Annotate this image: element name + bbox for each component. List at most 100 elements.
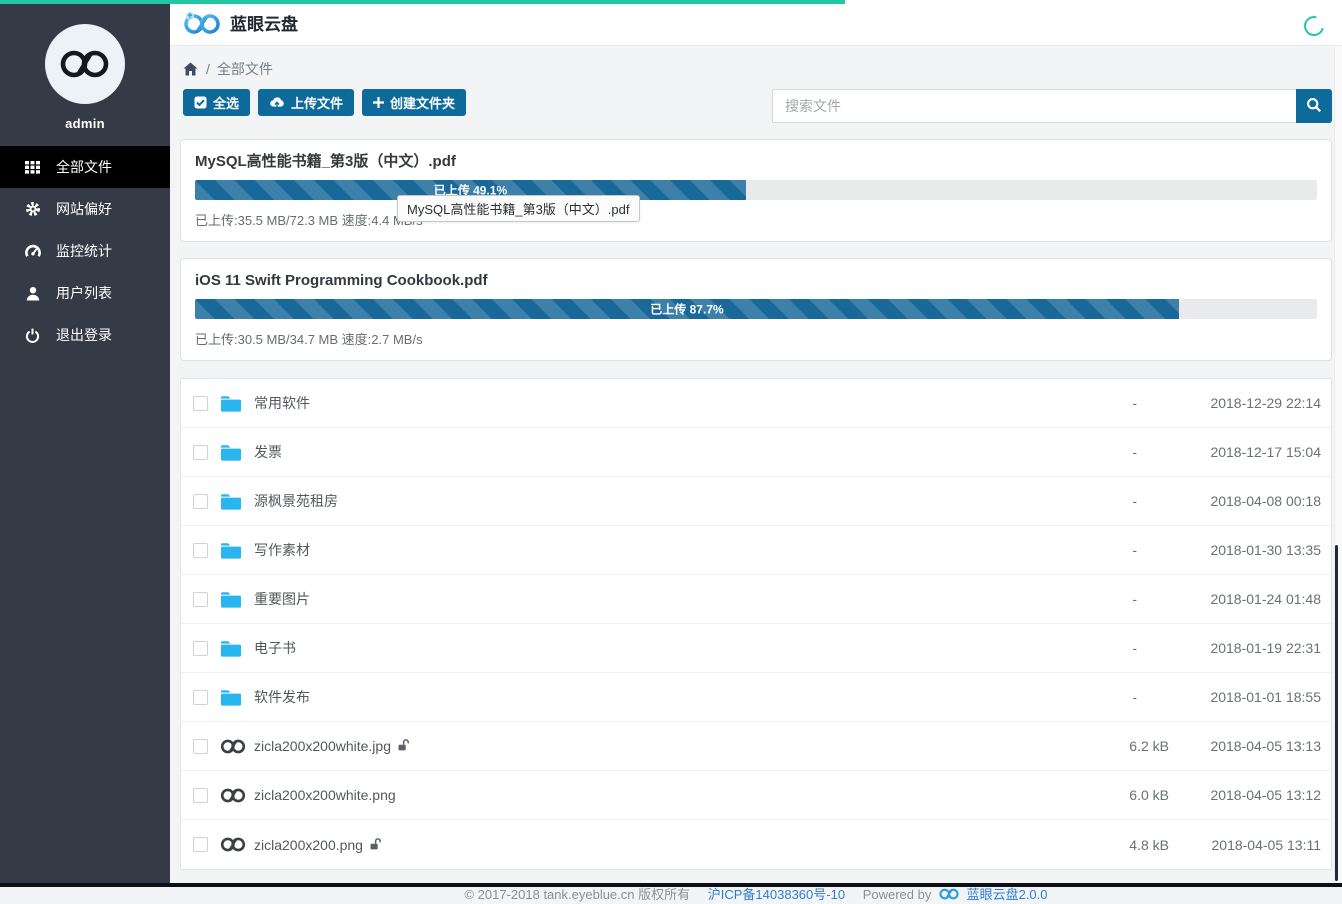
breadcrumb-separator: / [206,61,210,77]
gear-icon [24,201,41,217]
footer-logo-icon [938,889,964,904]
footer-icp-link[interactable]: 沪ICP备14038360号-10 [708,887,845,902]
row-checkbox[interactable] [193,641,208,656]
file-date: 2018-04-05 13:13 [1169,738,1321,754]
file-list: 常用软件 - 2018-12-29 22:14 发票 [180,378,1332,870]
row-checkbox[interactable] [193,494,208,509]
row-checkbox[interactable] [193,788,208,803]
progress-bar-track: 已上传 87.7% [195,299,1317,319]
sidebar-item-label: 用户列表 [56,283,112,303]
app-logo-icon[interactable] [183,9,221,37]
file-date: 2018-01-01 18:55 [1169,689,1321,705]
scrollbar-thumb[interactable] [1335,545,1338,881]
folder-icon [220,444,242,461]
row-checkbox[interactable] [193,396,208,411]
sidebar-item-label: 退出登录 [56,325,112,345]
row-checkbox[interactable] [193,445,208,460]
file-row[interactable]: zicla200x200white.png 6.0 kB 2018-04-05 … [181,771,1331,820]
file-name[interactable]: 重要图片 [254,589,310,609]
file-row[interactable]: 写作素材 - 2018-01-30 13:35 [181,526,1331,575]
home-icon[interactable] [183,62,198,76]
sidebar-item-logout[interactable]: 退出登录 [0,314,170,356]
window-bottom-edge [0,883,1342,887]
breadcrumb-current[interactable]: 全部文件 [217,59,273,79]
username-label: admin [65,116,105,131]
upload-cards: MySQL高性能书籍_第3版（中文）.pdf 已上传 49.1% 已上传:35.… [180,139,1332,361]
search-input[interactable] [772,89,1296,123]
footer-copyright: © 2017-2018 tank.eyeblue.cn 版权所有 [464,887,690,902]
file-row[interactable]: 电子书 - 2018-01-19 22:31 [181,624,1331,673]
file-row[interactable]: 常用软件 - 2018-12-29 22:14 [181,379,1331,428]
sidebar: admin 全部文件 网站偏好 [0,0,170,883]
footer: © 2017-2018 tank.eyeblue.cn 版权所有 沪ICP备14… [180,884,1332,904]
file-size: - [1089,640,1169,656]
upload-tooltip: MySQL高性能书籍_第3版（中文）.pdf [397,195,640,222]
file-name[interactable]: zicla200x200white.png [254,787,396,803]
main-content: / 全部文件 全选 上传文件 [170,46,1342,883]
upload-file-name: iOS 11 Swift Programming Cookbook.pdf [195,271,1317,291]
search-button[interactable] [1296,89,1332,123]
folder-icon [220,493,242,510]
file-row[interactable]: 重要图片 - 2018-01-24 01:48 [181,575,1331,624]
folder-icon [220,591,242,608]
row-checkbox[interactable] [193,543,208,558]
folder-icon [220,689,242,706]
grid-icon [24,159,41,175]
check-square-icon [194,96,207,109]
search-icon [1306,97,1322,116]
file-row[interactable]: 源枫景苑租房 - 2018-04-08 00:18 [181,477,1331,526]
sidebar-item-label: 网站偏好 [56,199,112,219]
avatar[interactable] [45,24,125,104]
file-name[interactable]: 源枫景苑租房 [254,491,338,511]
upload-card: MySQL高性能书籍_第3版（中文）.pdf 已上传 49.1% 已上传:35.… [180,139,1332,242]
file-date: 2018-01-24 01:48 [1169,591,1321,607]
toolbar: 全选 上传文件 创建文件夹 [180,89,1332,123]
sidebar-item-monitor-stats[interactable]: 监控统计 [0,230,170,272]
unlock-icon [370,838,381,850]
progress-bar-track: 已上传 49.1% [195,180,1317,200]
select-all-label: 全选 [213,93,239,112]
search-bar [772,89,1332,123]
file-name[interactable]: 发票 [254,442,282,462]
file-size: 6.0 kB [1089,787,1169,803]
gauge-icon [24,243,41,259]
file-date: 2018-04-08 00:18 [1169,493,1321,509]
sidebar-item-label: 全部文件 [56,157,112,177]
image-file-logo-icon [220,836,246,853]
row-checkbox[interactable] [193,837,208,852]
file-size: - [1089,395,1169,411]
power-icon [24,327,41,343]
file-row[interactable]: 发票 - 2018-12-17 15:04 [181,428,1331,477]
progress-label: 已上传 87.7% [195,301,1179,318]
sidebar-item-user-list[interactable]: 用户列表 [0,272,170,314]
footer-version-link[interactable]: 蓝眼云盘2.0.0 [967,887,1048,902]
footer-powered-by: Powered by [863,887,932,902]
file-name[interactable]: 写作素材 [254,540,310,560]
image-file-logo-icon [220,738,246,755]
file-row[interactable]: zicla200x200white.jpg 6.2 kB 2018-04-05 … [181,722,1331,771]
file-row[interactable]: zicla200x200.png 4.8 kB 2018-04-05 13:11 [181,820,1331,869]
file-date: 2018-01-19 22:31 [1169,640,1321,656]
file-size: - [1089,591,1169,607]
sidebar-item-all-files[interactable]: 全部文件 [0,146,170,188]
row-checkbox[interactable] [193,592,208,607]
upload-status-text: 已上传:30.5 MB/34.7 MB 速度:2.7 MB/s [195,329,1317,348]
row-checkbox[interactable] [193,690,208,705]
scrollbar[interactable] [1334,46,1342,883]
row-checkbox[interactable] [193,739,208,754]
create-folder-button[interactable]: 创建文件夹 [362,89,466,116]
upload-file-button[interactable]: 上传文件 [258,89,354,116]
file-date: 2018-04-05 13:11 [1169,837,1321,853]
file-name[interactable]: 电子书 [254,638,296,658]
file-name[interactable]: 常用软件 [254,393,310,413]
file-name[interactable]: zicla200x200.png [254,837,363,853]
upload-status-text: 已上传:35.5 MB/72.3 MB 速度:4.4 MB/s [195,210,1317,229]
file-name[interactable]: zicla200x200white.jpg [254,738,391,754]
app-title: 蓝眼云盘 [230,10,298,35]
file-name[interactable]: 软件发布 [254,687,310,707]
sidebar-item-site-preferences[interactable]: 网站偏好 [0,188,170,230]
file-row[interactable]: 软件发布 - 2018-01-01 18:55 [181,673,1331,722]
select-all-button[interactable]: 全选 [183,89,250,116]
plus-icon [373,97,384,108]
file-size: 4.8 kB [1089,837,1169,853]
